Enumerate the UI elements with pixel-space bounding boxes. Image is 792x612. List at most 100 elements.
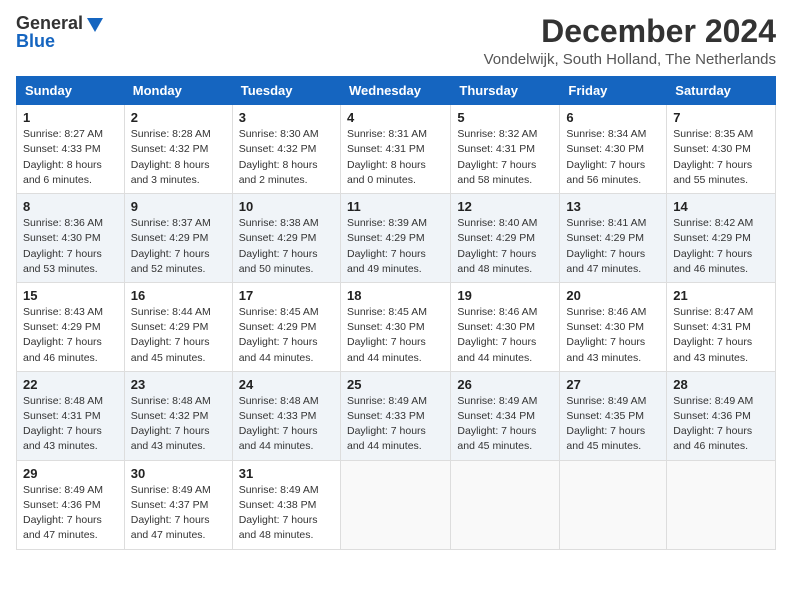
day-cell: 8Sunrise: 8:36 AM Sunset: 4:30 PM Daylig… [17, 194, 125, 283]
day-number: 12 [457, 199, 553, 214]
day-number: 11 [347, 199, 444, 214]
day-cell: 12 Sunrise: 8:40 AM Sunset: 4:29 PM Dayli… [451, 194, 560, 283]
day-info: Sunrise: 8:35 AM Sunset: 4:30 PM Dayligh… [673, 127, 769, 188]
day-number: 15 [23, 288, 118, 303]
day-cell: 16 Sunrise: 8:44 AM Sunset: 4:29 PM Dayli… [124, 282, 232, 371]
day-cell: 1 Sunrise: 8:27 AM Sunset: 4:33 PM Daylig… [17, 105, 125, 194]
day-info: Sunrise: 8:34 AM Sunset: 4:30 PM Dayligh… [566, 127, 660, 188]
day-info: Sunrise: 8:38 AM Sunset: 4:29 PM Dayligh… [239, 216, 334, 277]
col-saturday: Saturday [667, 77, 776, 105]
day-cell: 19Sunrise: 8:46 AM Sunset: 4:30 PM Dayli… [451, 282, 560, 371]
day-cell [667, 460, 776, 549]
day-info: Sunrise: 8:49 AM Sunset: 4:34 PM Dayligh… [457, 394, 553, 455]
col-monday: Monday [124, 77, 232, 105]
logo-arrow-icon [85, 14, 105, 34]
day-number: 3 [239, 110, 334, 125]
week-row-5: 29 Sunrise: 8:49 AM Sunset: 4:36 PM Dayli… [17, 460, 776, 549]
day-cell [560, 460, 667, 549]
day-number: 23 [131, 377, 226, 392]
day-number: 29 [23, 466, 118, 481]
day-info: Sunrise: 8:43 AM Sunset: 4:29 PM Dayligh… [23, 305, 118, 366]
col-wednesday: Wednesday [340, 77, 450, 105]
day-cell: 20 Sunrise: 8:46 AM Sunset: 4:30 PM Dayli… [560, 282, 667, 371]
day-cell: 30Sunrise: 8:49 AM Sunset: 4:37 PM Dayli… [124, 460, 232, 549]
day-cell: 26 Sunrise: 8:49 AM Sunset: 4:34 PM Dayli… [451, 371, 560, 460]
day-info: Sunrise: 8:40 AM Sunset: 4:29 PM Dayligh… [457, 216, 553, 277]
day-info: Sunrise: 8:27 AM Sunset: 4:33 PM Dayligh… [23, 127, 118, 188]
day-cell: 14 Sunrise: 8:42 AM Sunset: 4:29 PM Dayli… [667, 194, 776, 283]
day-number: 24 [239, 377, 334, 392]
header-row: Sunday Monday Tuesday Wednesday Thursday… [17, 77, 776, 105]
day-cell: 18 Sunrise: 8:45 AM Sunset: 4:30 PM Dayli… [340, 282, 450, 371]
day-number: 30 [131, 466, 226, 481]
day-cell: 7 Sunrise: 8:35 AM Sunset: 4:30 PM Daylig… [667, 105, 776, 194]
day-cell: 2 Sunrise: 8:28 AM Sunset: 4:32 PM Daylig… [124, 105, 232, 194]
day-info: Sunrise: 8:42 AM Sunset: 4:29 PM Dayligh… [673, 216, 769, 277]
day-info: Sunrise: 8:39 AM Sunset: 4:29 PM Dayligh… [347, 216, 444, 277]
day-info: Sunrise: 8:48 AM Sunset: 4:33 PM Dayligh… [239, 394, 334, 455]
day-number: 4 [347, 110, 444, 125]
day-info: Sunrise: 8:45 AM Sunset: 4:30 PM Dayligh… [347, 305, 444, 366]
day-number: 31 [239, 466, 334, 481]
day-info: Sunrise: 8:49 AM Sunset: 4:36 PM Dayligh… [23, 483, 118, 544]
day-cell [340, 460, 450, 549]
day-cell: 5Sunrise: 8:32 AM Sunset: 4:31 PM Daylig… [451, 105, 560, 194]
day-cell: 10Sunrise: 8:38 AM Sunset: 4:29 PM Dayli… [232, 194, 340, 283]
day-info: Sunrise: 8:31 AM Sunset: 4:31 PM Dayligh… [347, 127, 444, 188]
day-number: 17 [239, 288, 334, 303]
day-info: Sunrise: 8:48 AM Sunset: 4:31 PM Dayligh… [23, 394, 118, 455]
main-title: December 2024 [484, 14, 776, 49]
day-cell: 6Sunrise: 8:34 AM Sunset: 4:30 PM Daylig… [560, 105, 667, 194]
day-cell: 22Sunrise: 8:48 AM Sunset: 4:31 PM Dayli… [17, 371, 125, 460]
day-cell: 4 Sunrise: 8:31 AM Sunset: 4:31 PM Daylig… [340, 105, 450, 194]
day-cell: 11 Sunrise: 8:39 AM Sunset: 4:29 PM Dayli… [340, 194, 450, 283]
calendar-table: Sunday Monday Tuesday Wednesday Thursday… [16, 76, 776, 549]
day-number: 19 [457, 288, 553, 303]
day-info: Sunrise: 8:48 AM Sunset: 4:32 PM Dayligh… [131, 394, 226, 455]
day-cell: 27Sunrise: 8:49 AM Sunset: 4:35 PM Dayli… [560, 371, 667, 460]
day-number: 8 [23, 199, 118, 214]
day-info: Sunrise: 8:47 AM Sunset: 4:31 PM Dayligh… [673, 305, 769, 366]
day-info: Sunrise: 8:49 AM Sunset: 4:38 PM Dayligh… [239, 483, 334, 544]
day-cell: 25 Sunrise: 8:49 AM Sunset: 4:33 PM Dayli… [340, 371, 450, 460]
day-number: 1 [23, 110, 118, 125]
day-number: 25 [347, 377, 444, 392]
subtitle: Vondelwijk, South Holland, The Netherlan… [484, 51, 776, 68]
day-info: Sunrise: 8:45 AM Sunset: 4:29 PM Dayligh… [239, 305, 334, 366]
day-number: 18 [347, 288, 444, 303]
day-cell: 24 Sunrise: 8:48 AM Sunset: 4:33 PM Dayli… [232, 371, 340, 460]
day-info: Sunrise: 8:46 AM Sunset: 4:30 PM Dayligh… [566, 305, 660, 366]
day-number: 16 [131, 288, 226, 303]
day-info: Sunrise: 8:32 AM Sunset: 4:31 PM Dayligh… [457, 127, 553, 188]
week-row-4: 22Sunrise: 8:48 AM Sunset: 4:31 PM Dayli… [17, 371, 776, 460]
day-info: Sunrise: 8:28 AM Sunset: 4:32 PM Dayligh… [131, 127, 226, 188]
day-cell: 9Sunrise: 8:37 AM Sunset: 4:29 PM Daylig… [124, 194, 232, 283]
day-info: Sunrise: 8:41 AM Sunset: 4:29 PM Dayligh… [566, 216, 660, 277]
day-number: 26 [457, 377, 553, 392]
day-info: Sunrise: 8:44 AM Sunset: 4:29 PM Dayligh… [131, 305, 226, 366]
day-number: 2 [131, 110, 226, 125]
day-cell: 31 Sunrise: 8:49 AM Sunset: 4:38 PM Dayli… [232, 460, 340, 549]
col-thursday: Thursday [451, 77, 560, 105]
day-cell: 28 Sunrise: 8:49 AM Sunset: 4:36 PM Dayli… [667, 371, 776, 460]
day-number: 13 [566, 199, 660, 214]
page: General Blue December 2024 Vondelwijk, S… [0, 0, 792, 612]
col-tuesday: Tuesday [232, 77, 340, 105]
day-cell: 17 Sunrise: 8:45 AM Sunset: 4:29 PM Dayli… [232, 282, 340, 371]
week-row-1: 1 Sunrise: 8:27 AM Sunset: 4:33 PM Daylig… [17, 105, 776, 194]
day-number: 27 [566, 377, 660, 392]
day-cell [451, 460, 560, 549]
day-cell: 13 Sunrise: 8:41 AM Sunset: 4:29 PM Dayli… [560, 194, 667, 283]
day-number: 28 [673, 377, 769, 392]
day-info: Sunrise: 8:37 AM Sunset: 4:29 PM Dayligh… [131, 216, 226, 277]
day-number: 7 [673, 110, 769, 125]
day-number: 20 [566, 288, 660, 303]
day-info: Sunrise: 8:49 AM Sunset: 4:33 PM Dayligh… [347, 394, 444, 455]
day-info: Sunrise: 8:30 AM Sunset: 4:32 PM Dayligh… [239, 127, 334, 188]
col-friday: Friday [560, 77, 667, 105]
week-row-3: 15 Sunrise: 8:43 AM Sunset: 4:29 PM Dayli… [17, 282, 776, 371]
day-cell: 21Sunrise: 8:47 AM Sunset: 4:31 PM Dayli… [667, 282, 776, 371]
title-block: December 2024 Vondelwijk, South Holland,… [484, 14, 776, 68]
day-number: 14 [673, 199, 769, 214]
day-info: Sunrise: 8:49 AM Sunset: 4:36 PM Dayligh… [673, 394, 769, 455]
